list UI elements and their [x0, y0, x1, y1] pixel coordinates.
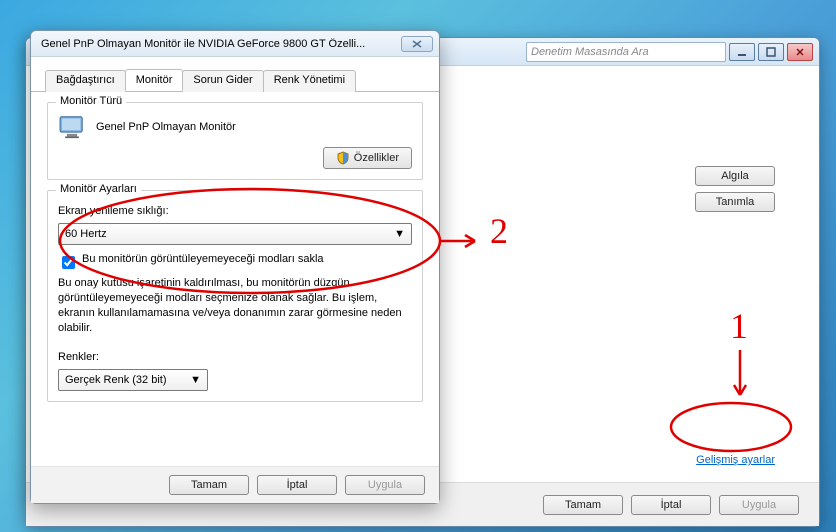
identify-button[interactable]: Tanımla [695, 192, 775, 212]
hide-modes-label: Bu monitörün görüntüleyemeyeceği modları… [82, 253, 324, 265]
tab-monitor[interactable]: Monitör [125, 69, 184, 91]
dialog-button-bar: Tamam İptal Uygula [31, 466, 439, 503]
cancel-button[interactable]: İptal [257, 475, 337, 495]
detect-button[interactable]: Algıla [695, 166, 775, 186]
colors-label: Renkler: [58, 351, 412, 363]
maximize-button[interactable] [758, 43, 784, 61]
refresh-rate-value: 60 Hertz [65, 228, 107, 240]
search-input[interactable]: Denetim Masasında Ara [526, 42, 726, 62]
tab-adapter[interactable]: Bağdaştırıcı [45, 70, 126, 92]
hide-modes-checkbox[interactable] [62, 256, 75, 269]
close-icon[interactable] [401, 36, 433, 52]
dialog-title: Genel PnP Olmayan Monitör ile NVIDIA GeF… [37, 38, 401, 50]
tab-color-management[interactable]: Renk Yönetimi [263, 70, 356, 92]
monitor-icon [58, 115, 86, 139]
group-label: Monitör Türü [56, 95, 126, 107]
ok-button[interactable]: Tamam [169, 475, 249, 495]
colors-value: Gerçek Renk (32 bit) [65, 374, 166, 386]
hide-modes-description: Bu onay kutusu işaretinin kaldırılması, … [58, 276, 412, 335]
chevron-down-icon: ▼ [190, 374, 201, 386]
minimize-button[interactable] [729, 43, 755, 61]
search-placeholder: Denetim Masasında Ara [531, 46, 649, 58]
dialog-titlebar: Genel PnP Olmayan Monitör ile NVIDIA GeF… [31, 31, 439, 57]
chevron-down-icon: ▼ [394, 228, 405, 240]
monitor-type-group: Monitör Türü Genel PnP Olmayan Monitör Ö… [47, 102, 423, 180]
tab-strip: Bağdaştırıcı Monitör Sorun Gider Renk Yö… [31, 57, 439, 92]
properties-button-label: Özellikler [354, 152, 399, 164]
properties-button[interactable]: Özellikler [323, 147, 412, 169]
group-label: Monitör Ayarları [56, 183, 141, 195]
close-button[interactable] [787, 43, 813, 61]
advanced-settings-link[interactable]: Gelişmiş ayarlar [696, 454, 775, 466]
cancel-button[interactable]: İptal [631, 495, 711, 515]
apply-button[interactable]: Uygula [719, 495, 799, 515]
monitor-properties-dialog: Genel PnP Olmayan Monitör ile NVIDIA GeF… [30, 30, 440, 504]
refresh-rate-dropdown[interactable]: 60 Hertz ▼ [58, 223, 412, 245]
ok-button[interactable]: Tamam [543, 495, 623, 515]
apply-button[interactable]: Uygula [345, 475, 425, 495]
refresh-rate-label: Ekran yenileme sıklığı: [58, 205, 412, 217]
colors-dropdown[interactable]: Gerçek Renk (32 bit) ▼ [58, 369, 208, 391]
tab-body: Monitör Türü Genel PnP Olmayan Monitör Ö… [31, 92, 439, 420]
shield-icon [336, 151, 350, 165]
monitor-settings-group: Monitör Ayarları Ekran yenileme sıklığı:… [47, 190, 423, 402]
tab-troubleshoot[interactable]: Sorun Gider [182, 70, 263, 92]
monitor-name: Genel PnP Olmayan Monitör [96, 121, 236, 133]
